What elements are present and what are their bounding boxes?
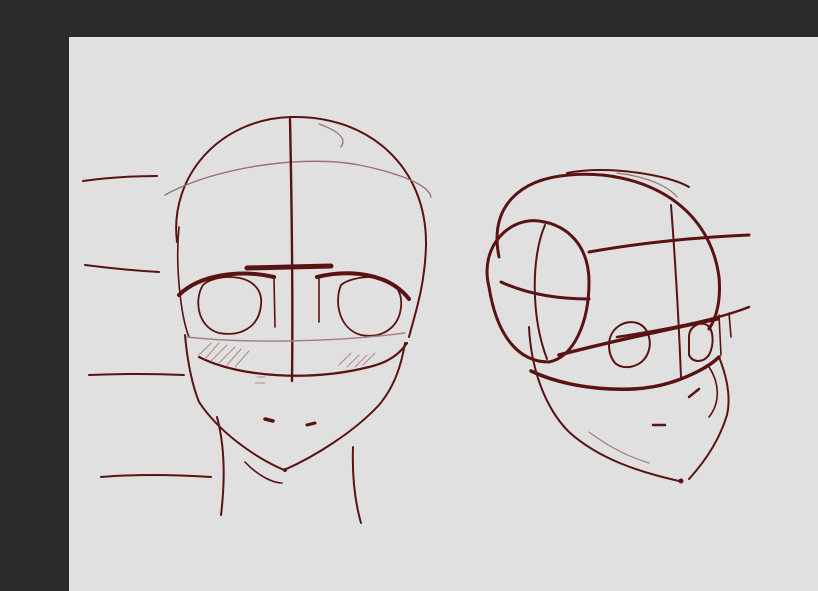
front-top-wisp [318, 123, 344, 148]
sketch-layer [82, 115, 751, 524]
tq-center-line [670, 204, 682, 378]
tq-side-sphere [485, 219, 591, 364]
front-neck-right [351, 446, 362, 524]
guide-line-4 [100, 474, 212, 478]
front-mouth-mark [305, 421, 317, 427]
front-cheek-line [186, 332, 406, 342]
tq-right-edge [718, 312, 732, 356]
tq-side-sphere-arc [533, 224, 548, 360]
drawing-canvas[interactable] [69, 37, 818, 591]
tq-cheek-contour [708, 366, 719, 418]
tq-jaw-back [528, 326, 680, 482]
tq-ear-line [499, 280, 591, 301]
front-nose-bridge [273, 278, 320, 328]
tq-nose-mark [687, 387, 701, 399]
guide-line-2 [84, 264, 160, 273]
tq-under-shade [588, 431, 650, 464]
tq-chin-dot [678, 478, 684, 484]
tq-left-eye [608, 321, 651, 369]
front-cranium [175, 115, 428, 338]
front-cheek-shading [198, 342, 376, 384]
front-cranium-left-edge [176, 226, 190, 338]
front-head-sketch [164, 115, 432, 524]
guide-lines [82, 175, 212, 478]
workspace [0, 0, 818, 591]
front-jaw [184, 334, 406, 471]
guide-line-1 [82, 175, 158, 182]
front-chin-dot [283, 468, 287, 472]
front-nose-mark [263, 417, 275, 423]
front-left-eye [197, 276, 262, 335]
guide-line-3 [88, 373, 185, 376]
three-quarter-head-sketch [485, 169, 751, 484]
front-neck-left [216, 416, 225, 516]
front-center-line [288, 117, 294, 383]
front-light-curve [164, 160, 432, 198]
front-lower-band [197, 341, 409, 377]
front-neck-shoulder [244, 461, 283, 484]
tq-cranium [495, 172, 721, 331]
tq-brow-line [587, 233, 751, 254]
front-brow-bar [244, 263, 334, 271]
tq-lower-band [529, 355, 721, 391]
tq-jaw-front [688, 356, 730, 480]
